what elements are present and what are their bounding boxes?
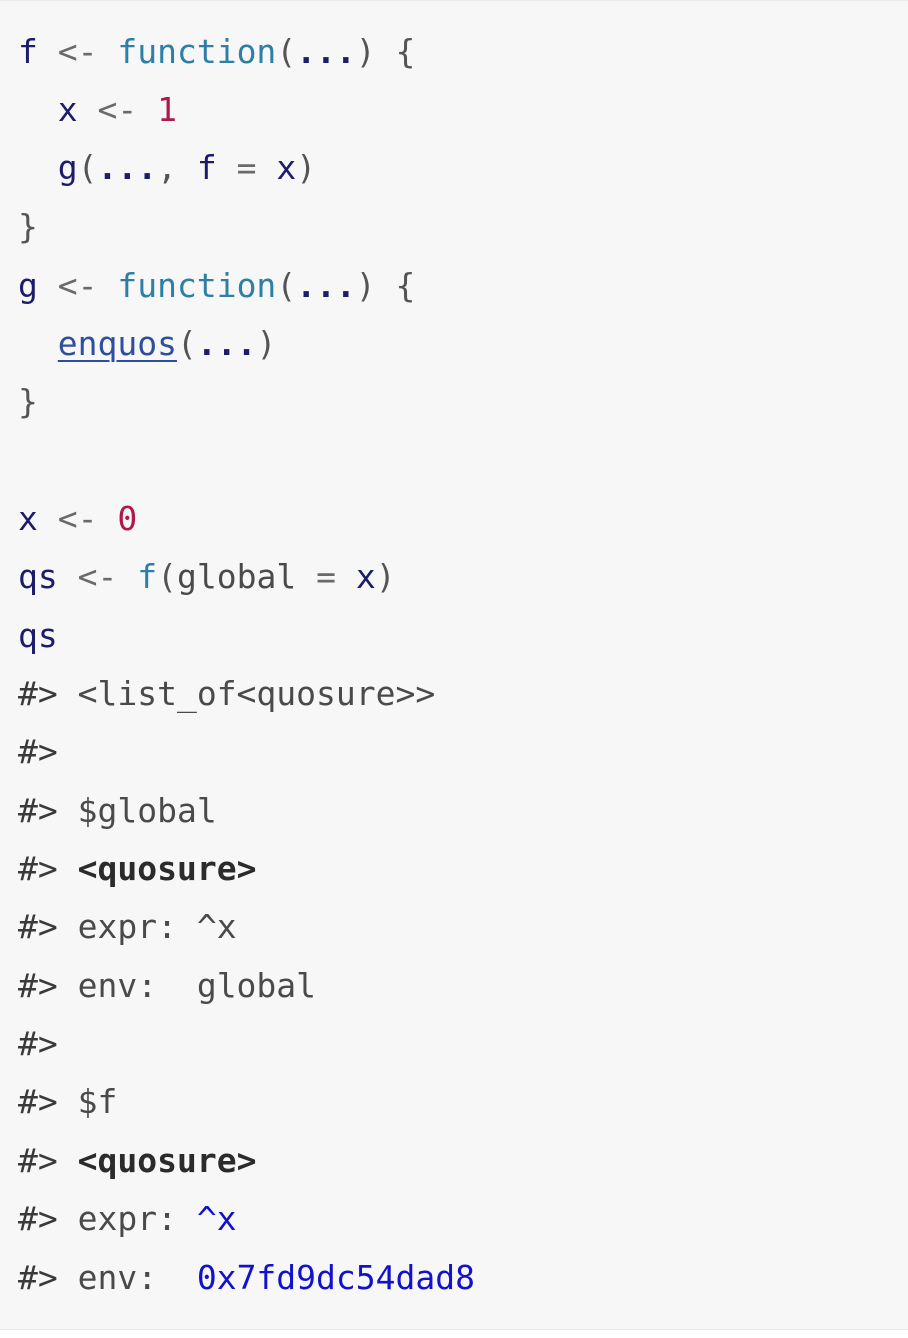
code-token: x (355, 557, 376, 596)
code-line: enquos(...) (18, 315, 277, 373)
code-token: f (196, 148, 217, 187)
code-token: ) (296, 148, 317, 187)
code-token: } (18, 382, 38, 421)
code-line: #> $global (18, 782, 217, 840)
code-token: , (157, 148, 197, 187)
code-token: 0 (117, 499, 138, 538)
code-token: = (216, 148, 277, 187)
code-token: expr: ^x (57, 907, 237, 946)
code-token: ... (196, 324, 257, 363)
code-line: x <- 1 (18, 81, 177, 139)
code-line: g <- function(...) { (18, 257, 415, 315)
code-line: qs (18, 607, 58, 665)
code-token: = (296, 557, 356, 596)
code-token: ) { (355, 266, 416, 305)
code-line: #> <quosure> (18, 840, 256, 898)
code-token: x (276, 148, 297, 187)
code-token: g (18, 148, 78, 187)
code-line: } (18, 198, 38, 256)
code-line: qs <- f(global = x) (18, 548, 396, 606)
code-line: #> <quosure> (18, 1132, 256, 1190)
code-token: <- (77, 90, 158, 129)
code-line: f <- function(...) { (18, 23, 415, 81)
code-token: ( (157, 557, 177, 596)
code-line: #> $f (18, 1073, 117, 1131)
code-token: global (176, 557, 297, 596)
code-token: ( (77, 148, 98, 187)
code-token: function (117, 32, 277, 71)
code-token: ) (256, 324, 277, 363)
code-token: ( (276, 32, 297, 71)
code-token: f (18, 32, 38, 71)
code-token: ^x (196, 1199, 237, 1238)
code-token: #> (18, 732, 58, 771)
code-line: #> env: 0x7fd9dc54dad8 (18, 1249, 475, 1307)
code-token: #> (18, 849, 58, 888)
code-token: ... (296, 32, 356, 71)
code-token: <quosure> (77, 849, 257, 888)
code-token: <quosure> (77, 1141, 257, 1180)
code-token: ... (97, 148, 158, 187)
code-token: #> (18, 791, 58, 830)
code-token: #> (18, 966, 58, 1005)
code-token: ( (176, 324, 197, 363)
code-token: <- (37, 499, 118, 538)
code-token: #> (18, 1258, 58, 1297)
code-token: expr: (57, 1199, 197, 1238)
code-token: qs (18, 557, 58, 596)
code-token: #> (18, 907, 58, 946)
code-token: env: (57, 1258, 197, 1297)
code-line: #> <list_of<quosure>> (18, 665, 435, 723)
code-token: <- (57, 557, 138, 596)
code-token: #> (18, 674, 58, 713)
code-token: f (137, 557, 158, 596)
code-line: #> expr: ^x (18, 898, 237, 956)
code-token: <- (37, 32, 118, 71)
code-line: #> env: global (18, 957, 316, 1015)
function-link[interactable]: enquos (58, 324, 177, 363)
code-token: <list_of<quosure>> (57, 674, 436, 713)
code-token: ... (296, 266, 356, 305)
code-token: env: global (57, 966, 317, 1005)
code-token: #> (18, 1024, 58, 1063)
code-token: <- (37, 266, 118, 305)
code-token: function (117, 266, 277, 305)
code-token: x (18, 499, 38, 538)
code-token: ( (276, 266, 297, 305)
code-line: #> (18, 723, 58, 781)
code-token: 0x7fd9dc54dad8 (196, 1258, 475, 1297)
code-line: #> expr: ^x (18, 1190, 237, 1248)
code-line: #> (18, 1015, 58, 1073)
code-token: $f (57, 1082, 118, 1121)
code-token: ) (375, 557, 396, 596)
code-token: x (18, 90, 78, 129)
code-token: g (18, 266, 38, 305)
code-line: x <- 0 (18, 490, 137, 548)
code-token: #> (18, 1141, 58, 1180)
code-token: } (18, 207, 38, 246)
code-token: #> (18, 1082, 58, 1121)
code-line: g(..., f = x) (18, 139, 316, 197)
code-token: qs (18, 616, 58, 655)
code-token: #> (18, 1199, 58, 1238)
code-token: 1 (157, 90, 177, 129)
code-token: ) { (355, 32, 416, 71)
code-token: $global (57, 791, 217, 830)
code-line: } (18, 373, 38, 431)
code-block: f <- function(...) { x <- 1 g(..., f = x… (0, 0, 908, 1330)
